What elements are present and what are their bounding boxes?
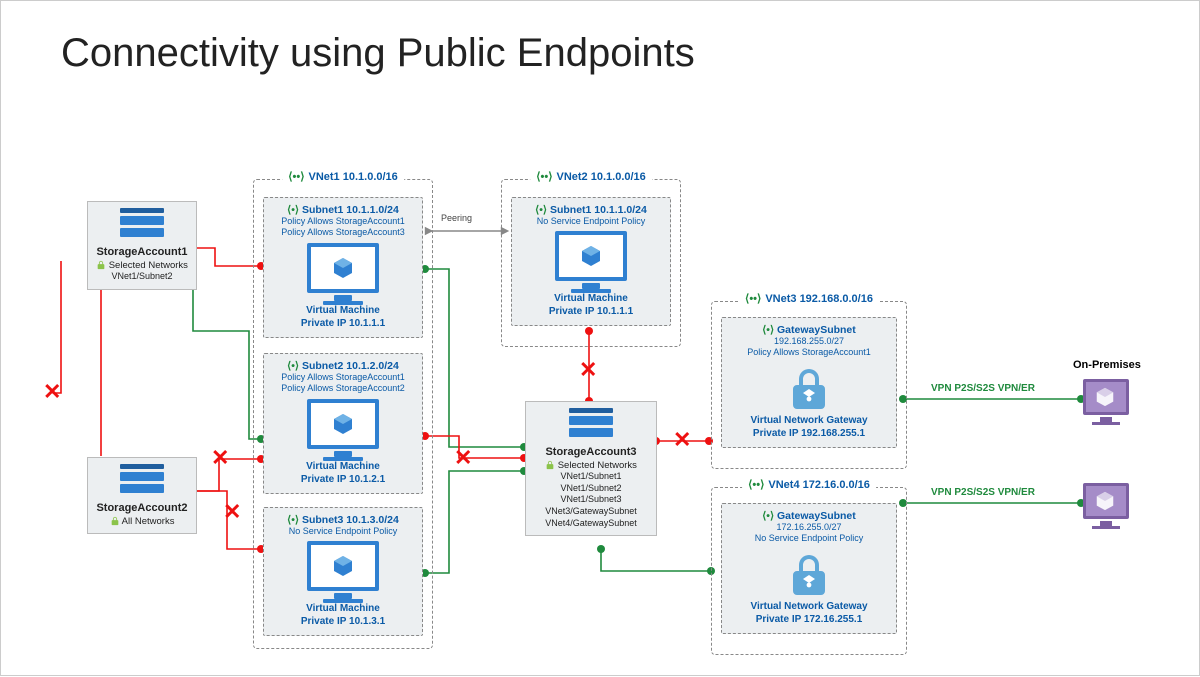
policy-line: No Service Endpoint Policy [726, 533, 892, 544]
storage-name: StorageAccount2 [92, 502, 192, 514]
vnet-label: ⟨••⟩VNet2 10.1.0.0/16 [530, 170, 652, 183]
storage-firewall: Selected Networks [92, 260, 192, 271]
vm-label: Virtual Machine [268, 603, 418, 614]
vnet-label: ⟨••⟩VNet3 192.168.0.0/16 [739, 292, 879, 305]
vm-icon [307, 541, 379, 601]
lock-icon [96, 260, 106, 270]
peering-label: Peering [441, 213, 472, 223]
blocked-icon: ✕ [579, 359, 597, 381]
subnet-icon: ⟨•⟩ [287, 514, 299, 526]
subnet-header: ⟨•⟩ GatewaySubnet [726, 324, 892, 336]
storage-allowed-net: VNet1/Subnet2 [530, 483, 652, 495]
vm-label: Virtual Machine [516, 293, 666, 304]
gateway-label: Virtual Network Gateway [726, 415, 892, 426]
blocked-icon: ✕ [454, 447, 472, 469]
vpn-link-label: VPN P2S/S2S VPN/ER [931, 383, 1035, 394]
vm-icon [307, 399, 379, 459]
subnet-icon: ⟨•⟩ [762, 510, 774, 522]
page-title: Connectivity using Public Endpoints [61, 31, 695, 76]
vm-ip: Private IP 10.1.2.1 [268, 474, 418, 485]
subnet-icon: ⟨•⟩ [287, 360, 299, 372]
blocked-icon: ✕ [673, 429, 691, 451]
blocked-icon: ✕ [211, 447, 229, 469]
vnet1-subnet1: ⟨•⟩ Subnet1 10.1.1.0/24 Policy Allows St… [263, 197, 423, 338]
onprem-server-icon [1083, 483, 1129, 527]
vm-ip: Private IP 10.1.3.1 [268, 616, 418, 627]
storage-account-2: StorageAccount2 All Networks [87, 457, 197, 534]
subnet-header: ⟨•⟩ GatewaySubnet [726, 510, 892, 522]
vnet1-subnet2: ⟨•⟩ Subnet2 10.1.2.0/24 Policy Allows St… [263, 353, 423, 494]
vnet4-gateway-subnet: ⟨•⟩ GatewaySubnet 172.16.255.0/27 No Ser… [721, 503, 897, 634]
vm-icon [555, 231, 627, 291]
subnet-header: ⟨•⟩ Subnet3 10.1.3.0/24 [268, 514, 418, 526]
policy-line: Policy Allows StorageAccount2 [268, 383, 418, 394]
storage-icon [120, 464, 164, 498]
subnet-cidr: 172.16.255.0/27 [726, 522, 892, 533]
storage-firewall: All Networks [92, 516, 192, 527]
storage-name: StorageAccount1 [92, 246, 192, 258]
gateway-label: Virtual Network Gateway [726, 601, 892, 612]
vnet-label: ⟨••⟩VNet1 10.1.0.0/16 [282, 170, 404, 183]
vm-icon [307, 243, 379, 303]
onprem-title: On-Premises [1073, 359, 1141, 371]
vm-ip: Private IP 10.1.1.1 [516, 306, 666, 317]
storage-account-3: StorageAccount3 Selected Networks VNet1/… [525, 401, 657, 536]
subnet-icon: ⟨•⟩ [762, 324, 774, 336]
policy-line: No Service Endpoint Policy [268, 526, 418, 537]
storage-firewall: Selected Networks [530, 460, 652, 471]
lock-icon [545, 460, 555, 470]
vpn-link-label: VPN P2S/S2S VPN/ER [931, 487, 1035, 498]
gateway-icon [785, 365, 833, 413]
vnet-icon: ⟨••⟩ [288, 171, 304, 183]
storage-allowed-net: VNet3/GatewaySubnet [530, 506, 652, 518]
blocked-icon: ✕ [43, 381, 61, 403]
gateway-icon [785, 551, 833, 599]
vnet-icon: ⟨••⟩ [745, 293, 761, 305]
vnet3-gateway-subnet: ⟨•⟩ GatewaySubnet 192.168.255.0/27 Polic… [721, 317, 897, 448]
onprem-server-icon [1083, 379, 1129, 423]
subnet-header: ⟨•⟩ Subnet1 10.1.1.0/24 [268, 204, 418, 216]
storage-name: StorageAccount3 [530, 446, 652, 458]
storage-allowed-net: VNet1/Subnet3 [530, 494, 652, 506]
storage-allowed-net: VNet1/Subnet2 [92, 271, 192, 283]
policy-line: Policy Allows StorageAccount3 [268, 227, 418, 238]
policy-line: No Service Endpoint Policy [516, 216, 666, 227]
gateway-ip: Private IP 192.168.255.1 [726, 428, 892, 439]
storage-icon [120, 208, 164, 242]
policy-line: Policy Allows StorageAccount1 [268, 372, 418, 383]
policy-line: Policy Allows StorageAccount1 [726, 347, 892, 358]
storage-allowed-net: VNet4/GatewaySubnet [530, 518, 652, 530]
vm-ip: Private IP 10.1.1.1 [268, 318, 418, 329]
subnet-header: ⟨•⟩ Subnet1 10.1.1.0/24 [516, 204, 666, 216]
subnet-header: ⟨•⟩ Subnet2 10.1.2.0/24 [268, 360, 418, 372]
vnet2-subnet1: ⟨•⟩ Subnet1 10.1.1.0/24 No Service Endpo… [511, 197, 671, 326]
storage-allowed-net: VNet1/Subnet1 [530, 471, 652, 483]
policy-line: Policy Allows StorageAccount1 [268, 216, 418, 227]
subnet-icon: ⟨•⟩ [535, 204, 547, 216]
vm-label: Virtual Machine [268, 305, 418, 316]
vnet-icon: ⟨••⟩ [536, 171, 552, 183]
storage-account-1: StorageAccount1 Selected Networks VNet1/… [87, 201, 197, 290]
subnet-cidr: 192.168.255.0/27 [726, 336, 892, 347]
vnet-label: ⟨••⟩VNet4 172.16.0.0/16 [742, 478, 876, 491]
lock-icon [110, 516, 120, 526]
gateway-ip: Private IP 172.16.255.1 [726, 614, 892, 625]
vm-label: Virtual Machine [268, 461, 418, 472]
blocked-icon: ✕ [223, 501, 241, 523]
vnet-icon: ⟨••⟩ [748, 479, 764, 491]
subnet-icon: ⟨•⟩ [287, 204, 299, 216]
storage-icon [569, 408, 613, 442]
vnet1-subnet3: ⟨•⟩ Subnet3 10.1.3.0/24 No Service Endpo… [263, 507, 423, 636]
